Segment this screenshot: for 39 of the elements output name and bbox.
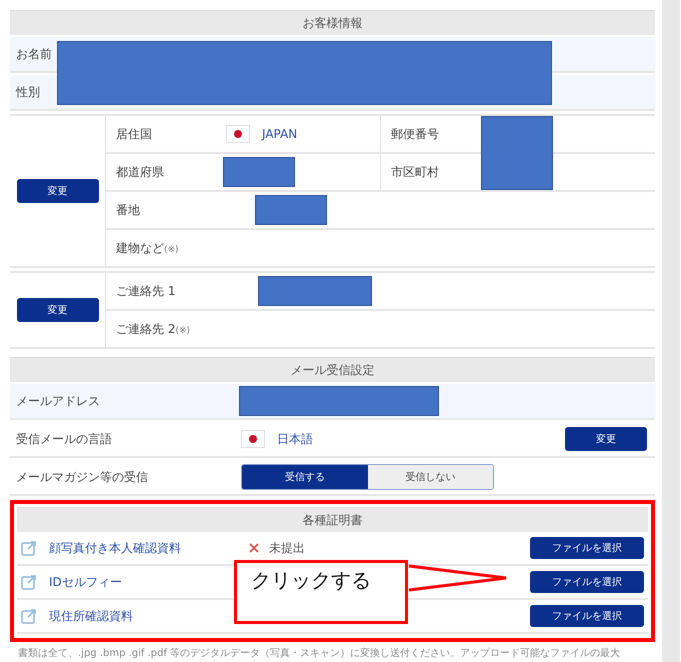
field-label: 市区町村 [391, 164, 440, 180]
field-label: 居住国 [116, 126, 153, 142]
footnote-text: 書類は全て、.jpg .bmp .gif .pdf 等のデジタルデータ（写真・スキャン）に変換し送付ください。アップロード可能なファイルの最大 [18, 646, 622, 660]
field-value: JAPAN [262, 127, 298, 141]
field-label: 性別 [16, 84, 40, 100]
toggle-option[interactable]: 受信しない [368, 465, 493, 489]
toggle-option[interactable]: 受信する [242, 465, 368, 489]
file-select-button[interactable]: ファイルを選択 [530, 605, 644, 627]
document-link[interactable]: 顔写真付き本人確認資料 [49, 540, 181, 554]
file-select-button[interactable]: ファイルを選択 [530, 537, 644, 559]
cross-icon [249, 543, 259, 553]
edit-icon [21, 540, 37, 556]
change-button[interactable]: 変更 [565, 427, 647, 451]
document-link[interactable]: 現住所確認資料 [49, 608, 133, 622]
field-label: お名前 [16, 46, 52, 62]
change-button[interactable]: 変更 [16, 298, 98, 322]
field-label: 建物など(※) [116, 240, 180, 256]
field-label: メールアドレス [16, 392, 100, 410]
field-label: 都道府県 [116, 164, 165, 180]
edit-icon [21, 608, 37, 624]
field-label: 郵便番号 [391, 126, 440, 142]
field-label: 受信メールの言語 [16, 430, 113, 448]
redaction-block [255, 195, 327, 225]
field-label: ご連絡先 1 [116, 282, 176, 300]
section-header: メール受信設定 [10, 357, 655, 382]
field-label: メールマガジン等の受信 [16, 468, 149, 486]
status-text: 未提出 [269, 540, 305, 556]
field-label: 番地 [116, 202, 141, 218]
edit-icon [21, 574, 37, 590]
document-link[interactable]: IDセルフィー [49, 574, 122, 588]
section-header: お客様情報 [10, 10, 655, 35]
section-header: 各種証明書 [17, 507, 648, 532]
callout-box: クリックする [234, 560, 408, 624]
file-select-button[interactable]: ファイルを選択 [530, 571, 644, 593]
field-label: ご連絡先 2(※) [116, 320, 190, 338]
redaction-block [223, 157, 295, 187]
flag-icon [241, 430, 265, 448]
field-value: 日本語 [277, 430, 313, 448]
change-button[interactable]: 変更 [16, 179, 98, 203]
